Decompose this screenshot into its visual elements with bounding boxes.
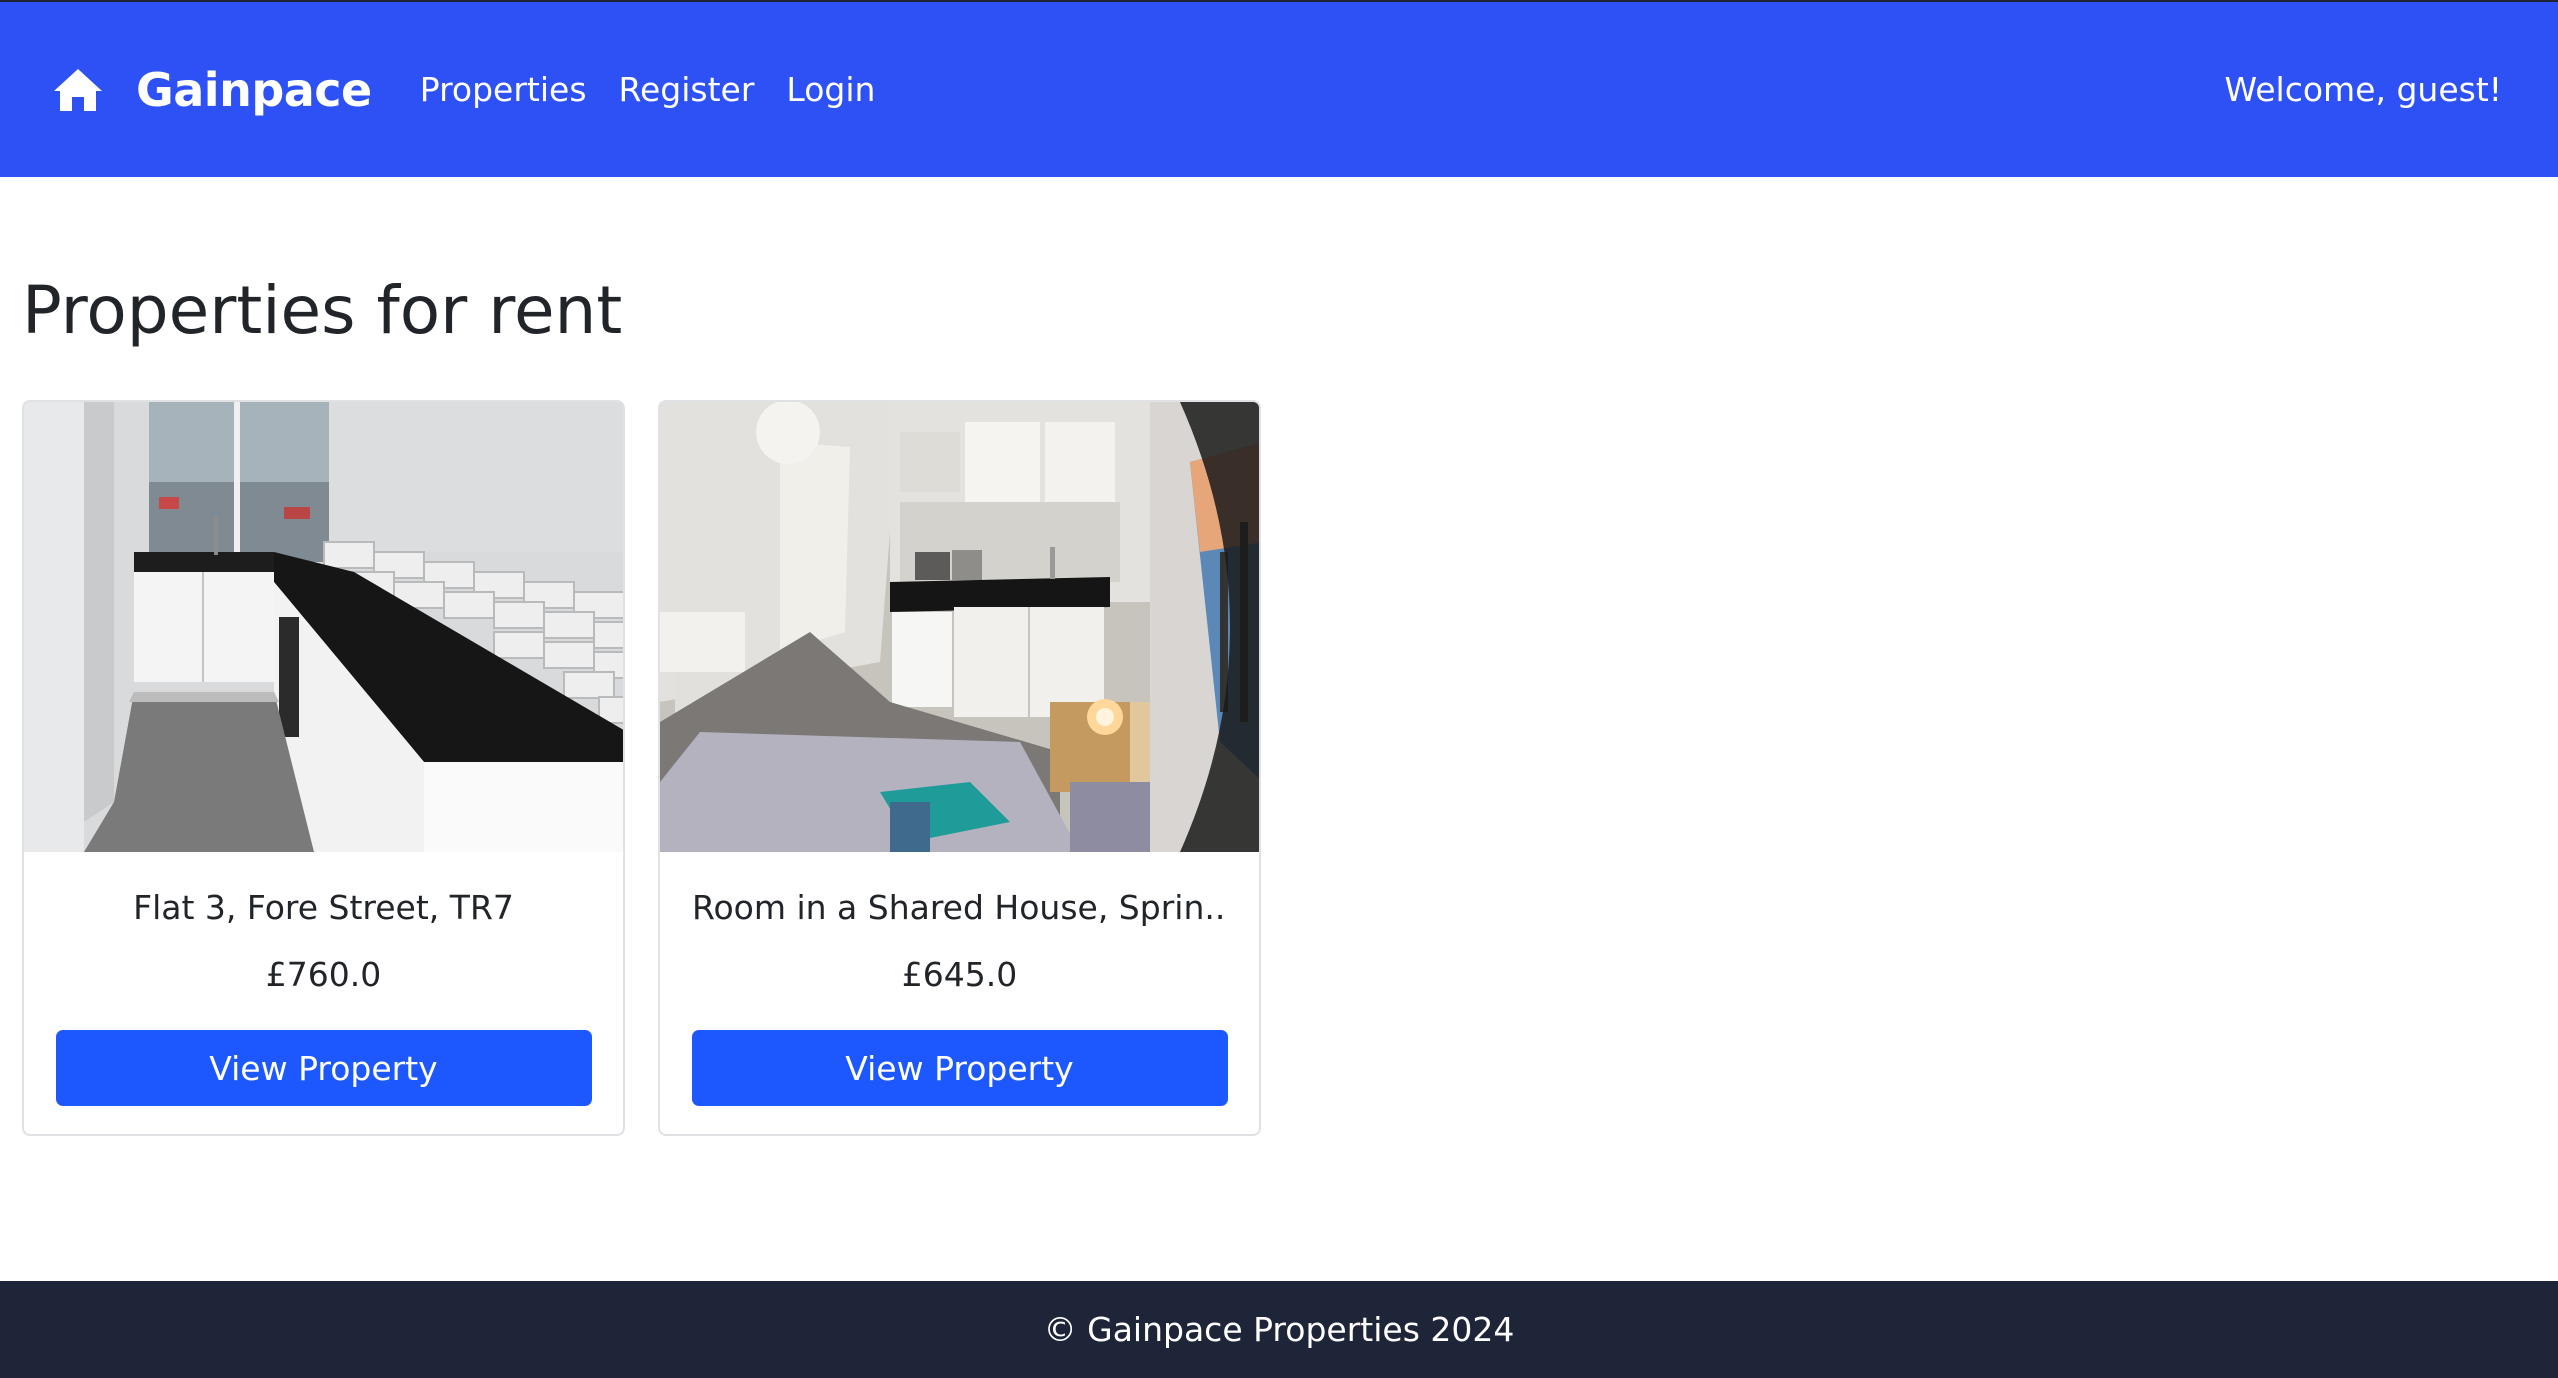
page: Gainpace Properties Register Login Welco… bbox=[0, 0, 2558, 1378]
property-title: Room in a Shared House, Sprin... bbox=[692, 888, 1227, 927]
property-card: Room in a Shared House, Sprin... £645.0 … bbox=[658, 400, 1261, 1136]
kitchen-photo bbox=[24, 402, 623, 852]
card-body: Flat 3, Fore Street, TR7 £760.0 View Pro… bbox=[24, 852, 623, 1134]
nav-link-register[interactable]: Register bbox=[619, 70, 755, 109]
home-icon bbox=[52, 67, 104, 113]
nav-link-login[interactable]: Login bbox=[786, 70, 875, 109]
property-title: Flat 3, Fore Street, TR7 bbox=[133, 888, 514, 927]
property-price: £760.0 bbox=[265, 955, 382, 994]
nav-links: Properties Register Login bbox=[420, 70, 908, 109]
brand-name: Gainpace bbox=[136, 62, 372, 117]
page-title: Properties for rent bbox=[22, 272, 623, 349]
property-image bbox=[660, 402, 1259, 852]
navbar: Gainpace Properties Register Login Welco… bbox=[0, 0, 2558, 177]
brand-link[interactable]: Gainpace bbox=[52, 63, 372, 117]
view-property-button[interactable]: View Property bbox=[691, 1030, 1228, 1106]
view-property-button[interactable]: View Property bbox=[55, 1030, 592, 1106]
property-card: Flat 3, Fore Street, TR7 £760.0 View Pro… bbox=[22, 400, 625, 1136]
room-photo bbox=[660, 402, 1259, 852]
footer-copyright: © Gainpace Properties 2024 bbox=[1043, 1310, 1515, 1349]
property-image bbox=[24, 402, 623, 852]
card-body: Room in a Shared House, Sprin... £645.0 … bbox=[660, 852, 1259, 1134]
property-list: Flat 3, Fore Street, TR7 £760.0 View Pro… bbox=[22, 400, 1294, 1136]
nav-link-properties[interactable]: Properties bbox=[420, 70, 587, 109]
footer: © Gainpace Properties 2024 bbox=[0, 1281, 2558, 1378]
welcome-message: Welcome, guest! bbox=[2224, 70, 2502, 109]
property-price: £645.0 bbox=[901, 955, 1018, 994]
